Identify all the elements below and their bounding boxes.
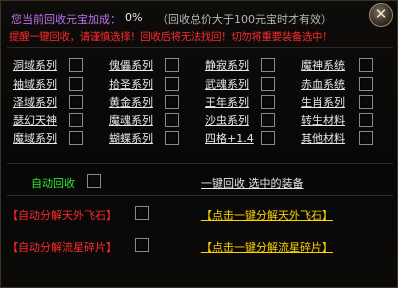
category-checkbox[interactable]	[69, 95, 83, 109]
category-checkbox[interactable]	[261, 131, 275, 145]
category-label: 袖域系列	[13, 78, 57, 91]
category-checkbox[interactable]	[261, 58, 275, 72]
category-label: 魔域系列	[13, 132, 57, 145]
category-checkbox[interactable]	[359, 113, 373, 127]
category-label: 静寂系列	[205, 59, 249, 72]
auto-decompose-star-checkbox[interactable]	[135, 238, 149, 252]
category-checkbox[interactable]	[69, 131, 83, 145]
category-checkbox[interactable]	[165, 77, 179, 91]
close-icon[interactable]: ✕	[369, 3, 393, 27]
decompose-star-link[interactable]: 【点击一键分解流星碎片】	[201, 239, 333, 255]
one-click-recycle-link[interactable]: 一键回收 选中的装备	[201, 175, 304, 191]
category-label: 王年系列	[205, 96, 249, 109]
category-label: 赤血系统	[301, 78, 345, 91]
category-label: 魔魂系列	[109, 114, 153, 127]
category-label: 拾圣系列	[109, 78, 153, 91]
category-label: 黄金系列	[109, 96, 153, 109]
category-label: 转生材料	[301, 114, 345, 127]
recycle-bonus-label: 您当前回收元宝加成：	[11, 13, 121, 26]
recycle-bonus-value: 0%	[125, 11, 143, 24]
category-checkbox[interactable]	[165, 58, 179, 72]
auto-recycle-label: 自动回收	[31, 177, 75, 190]
category-checkbox[interactable]	[165, 131, 179, 145]
recycle-warning: 提醒一键回收，请谨慎选择！回收后将无法找回！切勿将重要装备选中！	[9, 31, 333, 43]
category-checkbox[interactable]	[165, 95, 179, 109]
category-checkbox[interactable]	[359, 77, 373, 91]
category-label: 生肖系列	[301, 96, 345, 109]
category-checkbox[interactable]	[359, 95, 373, 109]
category-label: 其他材料	[301, 132, 345, 145]
category-label: 洞域系列	[13, 59, 57, 72]
category-checkbox[interactable]	[359, 131, 373, 145]
category-label: 泽域系列	[13, 96, 57, 109]
recycle-note: （回收总价大于100元宝时才有效）	[157, 13, 332, 26]
recycle-panel: ✕ 您当前回收元宝加成： 0% （回收总价大于100元宝时才有效） 提醒一键回收…	[0, 0, 398, 288]
category-label: 魔神系统	[301, 59, 345, 72]
category-checkbox[interactable]	[69, 58, 83, 72]
divider	[7, 195, 393, 196]
category-label: 蝴蝶系列	[109, 132, 153, 145]
decompose-meteor-link[interactable]: 【点击一键分解天外飞石】	[201, 207, 333, 223]
category-checkbox[interactable]	[69, 113, 83, 127]
category-checkbox[interactable]	[261, 95, 275, 109]
divider	[7, 163, 393, 164]
auto-decompose-meteor-label: 【自动分解天外飞石】	[7, 209, 117, 222]
category-checkbox[interactable]	[261, 113, 275, 127]
divider	[7, 47, 393, 48]
category-checkbox[interactable]	[359, 58, 373, 72]
category-label: 傀儡系列	[109, 59, 153, 72]
category-checkbox[interactable]	[261, 77, 275, 91]
category-label: 四格+1.4	[205, 132, 254, 145]
auto-recycle-checkbox[interactable]	[87, 174, 101, 188]
category-label: 瑟幻天神	[13, 114, 57, 127]
auto-decompose-star-label: 【自动分解流星碎片】	[7, 241, 117, 254]
category-label: 武魂系列	[205, 78, 249, 91]
category-checkbox[interactable]	[165, 113, 179, 127]
auto-decompose-meteor-checkbox[interactable]	[135, 206, 149, 220]
category-checkbox[interactable]	[69, 77, 83, 91]
category-label: 沙虫系列	[205, 114, 249, 127]
